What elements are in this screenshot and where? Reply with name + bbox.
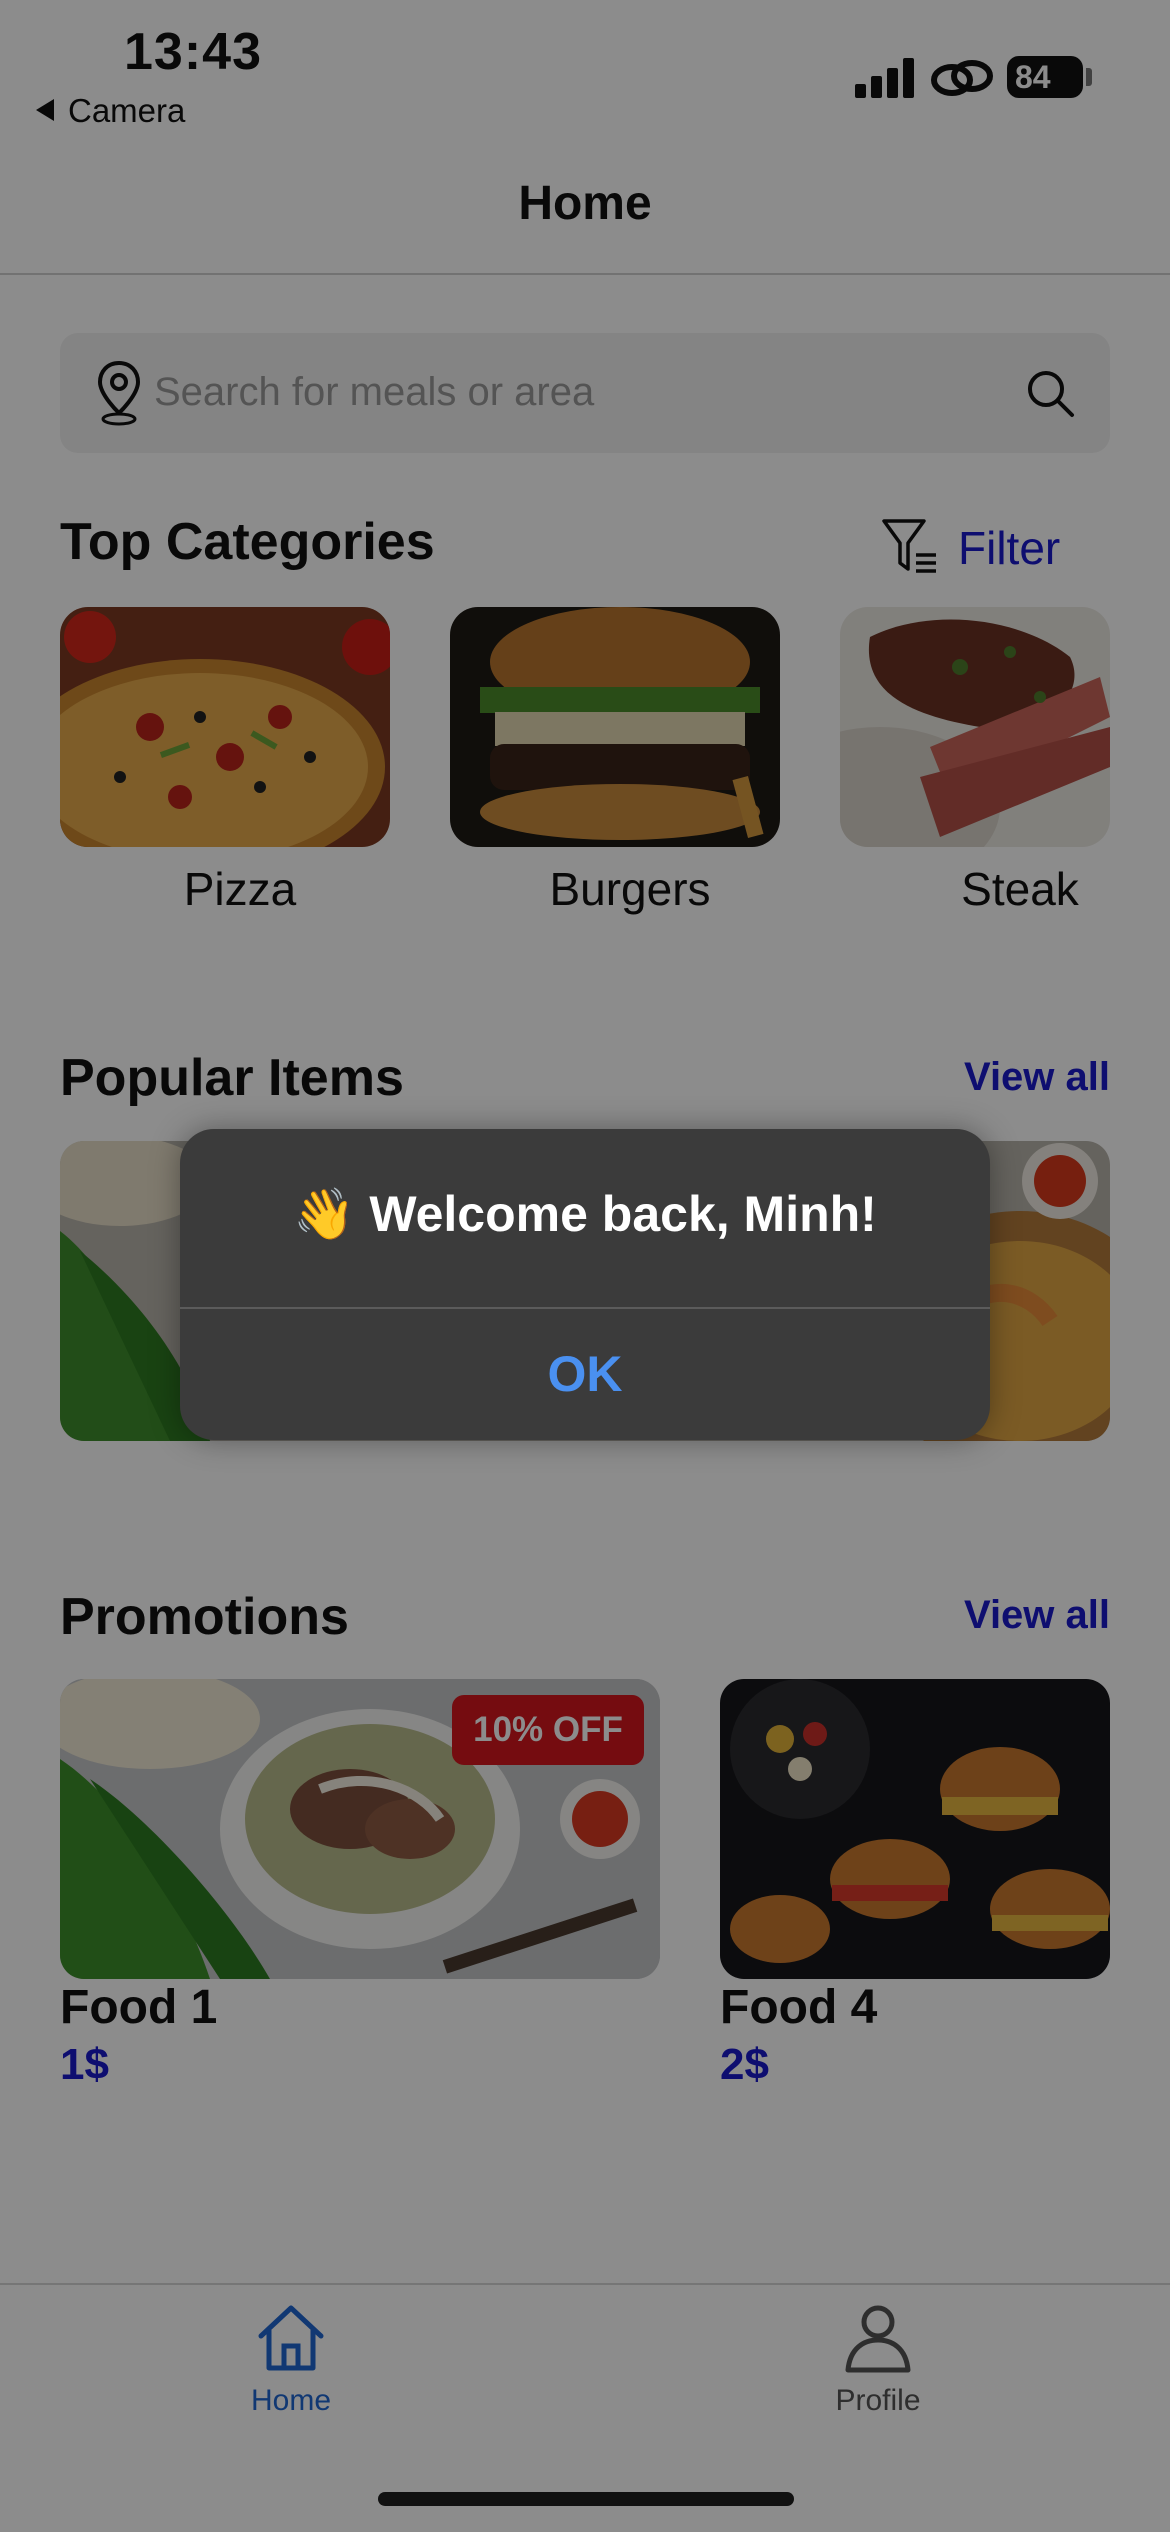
home-screen: 13:43 Camera 84 Home Search for meals or…: [0, 0, 1170, 2532]
alert-message-text: Welcome back, Minh!: [369, 1186, 877, 1242]
alert-message: 👋 Welcome back, Minh!: [180, 1185, 990, 1244]
welcome-alert: 👋 Welcome back, Minh! OK: [180, 1129, 990, 1440]
waving-hand-icon: 👋: [293, 1186, 356, 1242]
alert-ok-button[interactable]: OK: [180, 1309, 990, 1440]
home-indicator[interactable]: [378, 2492, 794, 2506]
